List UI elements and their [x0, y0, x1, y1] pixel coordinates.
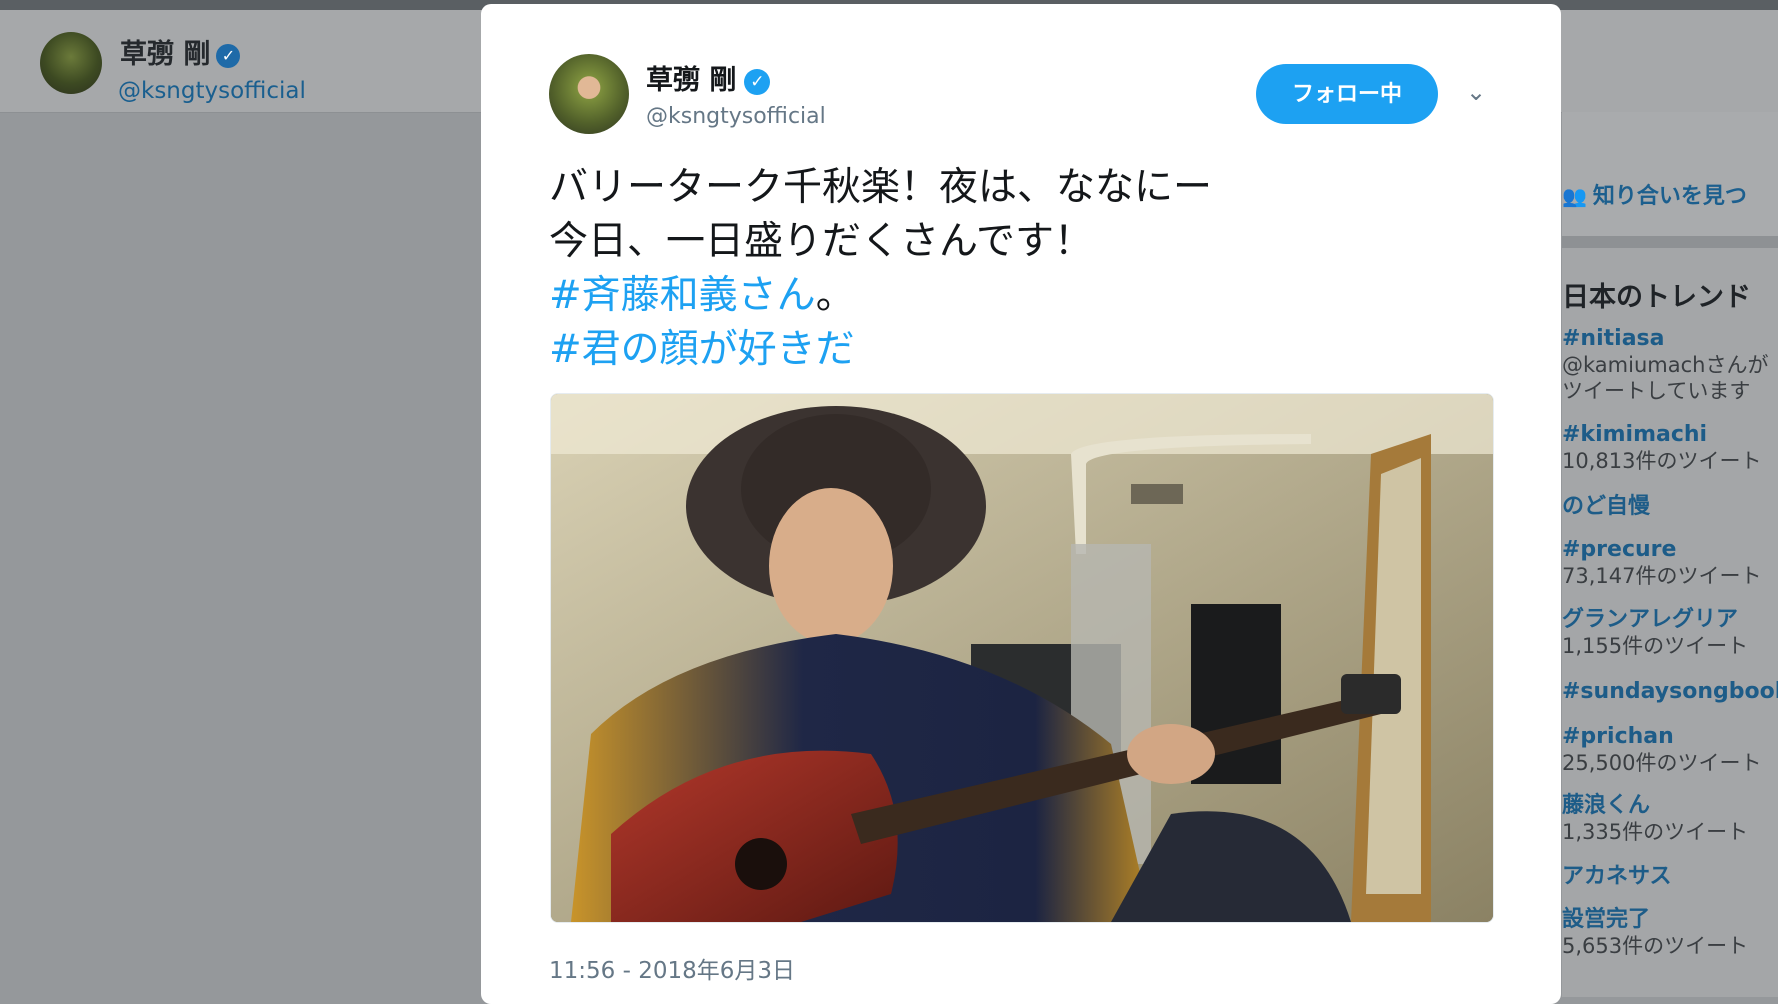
background-profile-handle: @ksngtysofficial	[118, 78, 306, 104]
tweet-video[interactable]	[550, 393, 1494, 923]
trend-tag: 設営完了	[1562, 907, 1651, 932]
background-profile-name-text: 草彅 剛	[120, 39, 211, 70]
trend-item: #precure 73,147件のツイート	[1562, 537, 1761, 589]
tweet-timestamp[interactable]: 11:56 - 2018年6月3日	[549, 951, 795, 985]
trend-meta: ツイートしています	[1562, 379, 1751, 403]
people-icon: 👥	[1562, 184, 1587, 208]
author-avatar[interactable]	[549, 54, 629, 134]
trend-meta: 10,813件のツイート	[1562, 449, 1762, 473]
background-avatar	[40, 32, 102, 94]
trend-item: #sundaysongbook	[1562, 679, 1778, 705]
following-button[interactable]: フォロー中	[1256, 64, 1438, 124]
chevron-down-icon[interactable]: ⌄	[1466, 78, 1486, 106]
video-vent	[1131, 484, 1183, 504]
find-friends-label: 知り合いを見つ	[1592, 184, 1747, 209]
trend-item: #nitiasa @kamiumachさんが ツイートしています	[1562, 326, 1768, 404]
trend-tag: のど自慢	[1562, 494, 1651, 519]
trend-tag: #precure	[1562, 537, 1677, 562]
trend-meta: 73,147件のツイート	[1562, 564, 1762, 588]
video-ceiling	[551, 394, 1493, 454]
author-name[interactable]: 草彅 剛 ✓	[646, 58, 771, 97]
trend-item: グランアレグリア 1,155件のツイート	[1562, 607, 1748, 659]
hashtag-link[interactable]: #君の顔が好きだ	[549, 327, 855, 372]
trend-tag: #sundaysongbook	[1562, 679, 1778, 704]
trend-meta: 25,500件のツイート	[1562, 751, 1762, 775]
tweet-text-line: バリーターク千秋楽！夜は、ななにー	[549, 165, 1213, 210]
hashtag-link[interactable]: #斉藤和義さん	[549, 273, 816, 318]
trend-item: アカネサス	[1562, 864, 1672, 890]
hashtag-suffix: 。	[815, 273, 855, 318]
trend-item: のど自慢	[1562, 494, 1650, 520]
trend-meta: @kamiumachさんが	[1562, 353, 1769, 377]
trend-item: 設営完了 5,653件のツイート	[1562, 907, 1748, 959]
trend-item: #kimimachi 10,813件のツイート	[1562, 422, 1761, 474]
tweet-hashtag-line: #斉藤和義さん。	[549, 269, 1212, 323]
trend-tag: #kimimachi	[1562, 422, 1708, 447]
trend-tag: #prichan	[1562, 724, 1674, 749]
tweet-modal: 草彅 剛 ✓ @ksngtysofficial フォロー中 ⌄ バリーターク千秋楽…	[481, 4, 1561, 1004]
tweet-hashtag-line: #君の顔が好きだ	[549, 323, 1212, 377]
video-hand	[1127, 724, 1215, 784]
trend-meta: 1,155件のツイート	[1562, 634, 1749, 658]
trend-tag: 藤浪くん	[1562, 793, 1651, 818]
trend-tag: アカネサス	[1562, 864, 1672, 889]
trend-tag: #nitiasa	[1562, 326, 1665, 351]
trend-item: 藤浪くん 1,335件のツイート	[1562, 793, 1748, 845]
video-face	[769, 488, 893, 644]
background-profile-name: 草彅 剛 ✓	[120, 32, 241, 71]
find-friends-link: 👥 知り合いを見つ	[1562, 178, 1747, 210]
video-guitar-head	[1341, 674, 1401, 714]
tweet-text: バリーターク千秋楽！夜は、ななにー 今日、一日盛りだくさんです！ #斉藤和義さん…	[549, 161, 1212, 377]
trend-item: #prichan 25,500件のツイート	[1562, 724, 1761, 776]
tweet-text-line: 今日、一日盛りだくさんです！	[549, 219, 1094, 264]
author-name-text: 草彅 剛	[646, 65, 737, 96]
trends-title: 日本のトレンド	[1562, 282, 1751, 313]
panel-divider	[1562, 236, 1778, 248]
verified-icon: ✓	[744, 68, 771, 95]
background-verified-icon: ✓	[216, 43, 241, 68]
author-handle[interactable]: @ksngtysofficial	[646, 104, 826, 129]
video-frame	[551, 394, 1493, 922]
video-guitar-hole	[735, 838, 787, 890]
trend-tag: グランアレグリア	[1562, 607, 1739, 632]
trend-meta: 1,335件のツイート	[1562, 820, 1749, 844]
trend-meta: 5,653件のツイート	[1562, 934, 1749, 958]
